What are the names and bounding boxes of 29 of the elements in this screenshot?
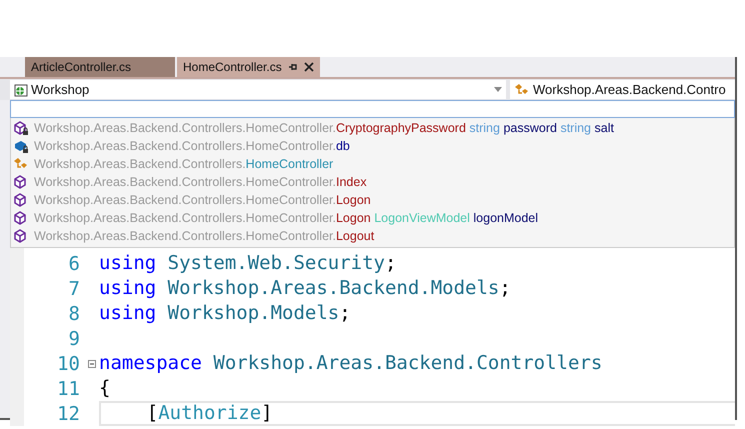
member-list-item[interactable]: Workshop.Areas.Backend.Controllers.HomeController.Logon LogonViewModel logonModel [11,209,734,227]
line-number: 8 [68,302,81,324]
code-line: using Workshop.Areas.Backend.Models; [99,276,512,301]
line-number: 11 [56,378,81,400]
line-number: 7 [68,278,81,300]
globe-icon [14,82,28,96]
member-list-item[interactable]: Workshop.Areas.Backend.Controllers.HomeController.Logout [11,227,734,245]
member-list-item[interactable]: Workshop.Areas.Backend.Controllers.HomeController.CryptographyPassword string password string salt [11,119,734,137]
code-line: namespace Workshop.Areas.Backend.Controllers [99,351,604,376]
line-number: 6 [68,252,81,274]
code-line: using System.Web.Security; [99,251,398,276]
file-tab[interactable]: HomeController.cs [177,57,320,77]
line-number: 12 [56,402,81,424]
project-dropdown[interactable]: Workshop [10,80,506,99]
type-dropdown[interactable]: Workshop.Areas.Backend.Contro [510,80,735,99]
collapse-icon[interactable] [88,360,96,368]
search-field[interactable] [10,100,735,118]
member-list-item[interactable]: Workshop.Areas.Backend.Controllers.HomeController.db [11,137,734,155]
pin-icon[interactable] [288,62,298,72]
code-line: using Workshop.Models; [99,301,352,326]
code-line: { [99,376,112,401]
dropdown-arrow-icon [494,87,502,92]
member-list-item[interactable]: Workshop.Areas.Backend.Controllers.HomeController.Logon [11,191,734,209]
member-list-item[interactable]: Workshop.Areas.Backend.Controllers.HomeController.Index [11,173,734,191]
file-tab[interactable]: ArticleController.cs [25,57,175,77]
close-icon[interactable] [304,62,314,72]
line-number: 9 [68,328,81,350]
line-number: 10 [56,352,81,374]
code-line: [Authorize] [99,401,735,426]
